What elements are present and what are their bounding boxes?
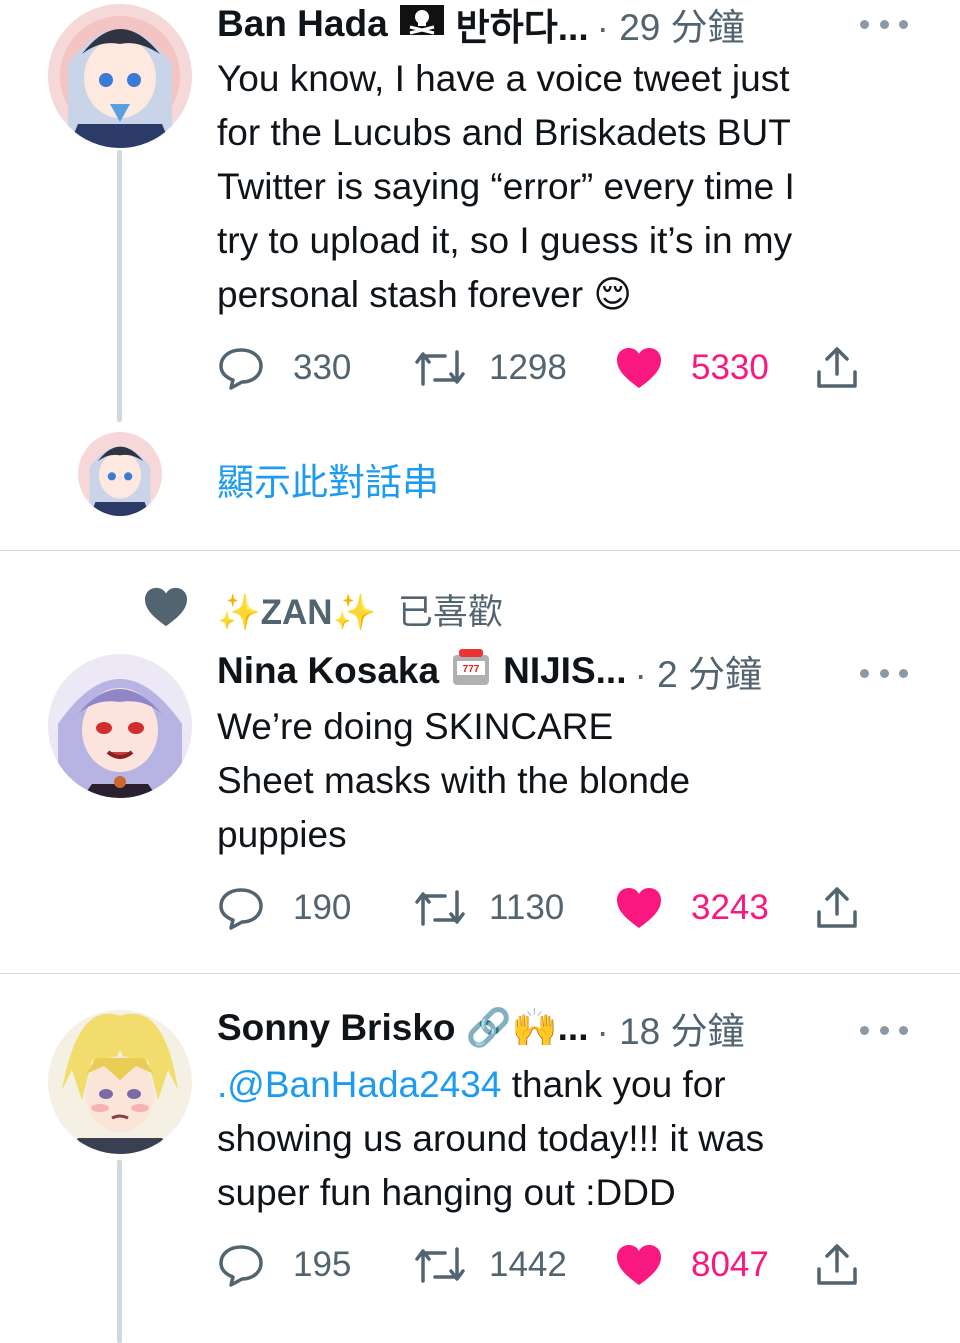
like-count: 3243: [691, 888, 769, 927]
reply-button[interactable]: 330: [217, 341, 351, 395]
thread-connector: [117, 1160, 122, 1343]
tweet-nina-kosaka[interactable]: ✨ZAN✨ 已喜歡 Nina Kosaka 777 NIJIS... · 2 分…: [0, 551, 960, 973]
tweet-sonny-brisko[interactable]: Sonny Brisko 🔗🙌... · 18 分鐘 .@BanHada2434…: [0, 974, 960, 1343]
retweet-icon: [413, 888, 467, 928]
tweet-text-line: .@BanHada2434 thank you for: [217, 1058, 917, 1112]
share-icon: [813, 344, 861, 392]
like-button[interactable]: 8047: [615, 1238, 769, 1292]
more-icon[interactable]: [860, 14, 908, 34]
like-button[interactable]: 3243: [615, 881, 769, 935]
avatar-nina-kosaka[interactable]: [48, 654, 192, 798]
like-count: 8047: [691, 1245, 769, 1284]
tweet-text-fragment: thank you for: [501, 1064, 726, 1105]
tweet-actions: 330 1298 5330: [217, 341, 877, 395]
retweet-button[interactable]: 1298: [413, 341, 567, 395]
tweet-text-line: Sheet masks with the blonde: [217, 760, 691, 801]
reply-icon: [217, 1241, 265, 1289]
liked-by-name[interactable]: ✨ZAN✨: [217, 593, 376, 632]
display-name-suffix: NIJIS...: [503, 650, 627, 691]
liked-label: 已喜歡: [397, 592, 503, 632]
tweet-text-line: personal stash forever 😌: [217, 274, 632, 315]
share-icon: [813, 884, 861, 932]
share-icon: [813, 1241, 861, 1289]
like-count: 5330: [691, 348, 769, 387]
share-button[interactable]: [813, 881, 861, 935]
mention-link[interactable]: .@BanHada2434: [217, 1064, 501, 1105]
liked-by-row: ✨ZAN✨ 已喜歡: [143, 585, 503, 633]
tweet-header: Ban Hada 반하다... · 29 分鐘: [217, 0, 745, 48]
thread-connector: [117, 150, 122, 422]
tweet-text-line: super fun hanging out :DDD: [217, 1172, 676, 1213]
avatar-sonny-brisko[interactable]: [48, 1010, 192, 1154]
tweet-text: .@BanHada2434 thank you for showing us a…: [217, 1058, 917, 1220]
retweet-icon: [413, 1245, 467, 1285]
heart-liked-by-icon: [143, 586, 189, 633]
share-button[interactable]: [813, 341, 861, 395]
tweet-text-line: for the Lucubs and Briskadets BUT: [217, 112, 791, 153]
more-icon[interactable]: [860, 663, 908, 683]
more-icon[interactable]: [860, 1020, 908, 1040]
like-button[interactable]: 5330: [615, 341, 769, 395]
reply-count: 330: [293, 348, 352, 387]
liked-by-text: ✨ZAN✨ 已喜歡: [217, 584, 503, 635]
tweet-actions: 195 1442 8047: [217, 1238, 877, 1292]
reply-count: 195: [293, 1245, 352, 1284]
retweet-button[interactable]: 1130: [413, 881, 564, 935]
retweet-count: 1298: [489, 348, 567, 387]
tweet-text-line: puppies: [217, 814, 347, 855]
display-name[interactable]: Nina Kosaka: [217, 650, 439, 692]
avatar-ban-hada-small[interactable]: [78, 432, 162, 516]
reply-icon: [217, 344, 265, 392]
retweet-icon: [413, 348, 467, 388]
tweet-actions: 190 1130 3243: [217, 881, 877, 935]
timestamp[interactable]: · 2 分鐘: [634, 644, 761, 698]
pirate-flag-icon: [398, 3, 446, 46]
show-thread-link[interactable]: 顯示此對話串: [217, 452, 439, 506]
display-name-emoji: 🔗🙌...: [465, 1006, 589, 1048]
avatar-ban-hada[interactable]: [48, 4, 192, 148]
timestamp[interactable]: · 18 分鐘: [596, 1001, 744, 1055]
slot-machine-icon: 777: [449, 647, 493, 696]
retweet-count: 1442: [489, 1245, 567, 1284]
reply-icon: [217, 884, 265, 932]
tweet-text: We’re doing SKINCARE Sheet masks with th…: [217, 700, 917, 862]
display-name[interactable]: Ban Hada: [217, 3, 388, 45]
tweet-header: Sonny Brisko 🔗🙌... · 18 分鐘: [217, 1001, 745, 1055]
tweet-text-line: You know, I have a voice tweet just: [217, 58, 790, 99]
retweet-count: 1130: [489, 888, 565, 927]
tweet-ban-hada[interactable]: Ban Hada 반하다... · 29 分鐘 You know, I have…: [0, 0, 960, 550]
display-name-suffix: 반하다...: [455, 7, 589, 48]
like-icon: [615, 886, 663, 930]
reply-button[interactable]: 195: [217, 1238, 351, 1292]
like-icon: [615, 1243, 663, 1287]
tweet-text-line: try to upload it, so I guess it’s in my: [217, 220, 793, 261]
reply-button[interactable]: 190: [217, 881, 351, 935]
retweet-button[interactable]: 1442: [413, 1238, 567, 1292]
tweet-text: You know, I have a voice tweet just for …: [217, 52, 917, 322]
timestamp[interactable]: · 29 分鐘: [597, 0, 745, 51]
svg-text:777: 777: [463, 664, 480, 675]
like-icon: [615, 346, 663, 390]
tweet-text-line: Twitter is saying “error” every time I: [217, 166, 795, 207]
tweet-text-line: We’re doing SKINCARE: [217, 706, 614, 747]
tweet-text-line: showing us around today!!! it was: [217, 1118, 765, 1159]
tweet-header: Nina Kosaka 777 NIJIS... · 2 分鐘: [217, 647, 762, 695]
reply-count: 190: [293, 888, 352, 927]
display-name[interactable]: Sonny Brisko: [217, 1007, 456, 1049]
share-button[interactable]: [813, 1238, 861, 1292]
